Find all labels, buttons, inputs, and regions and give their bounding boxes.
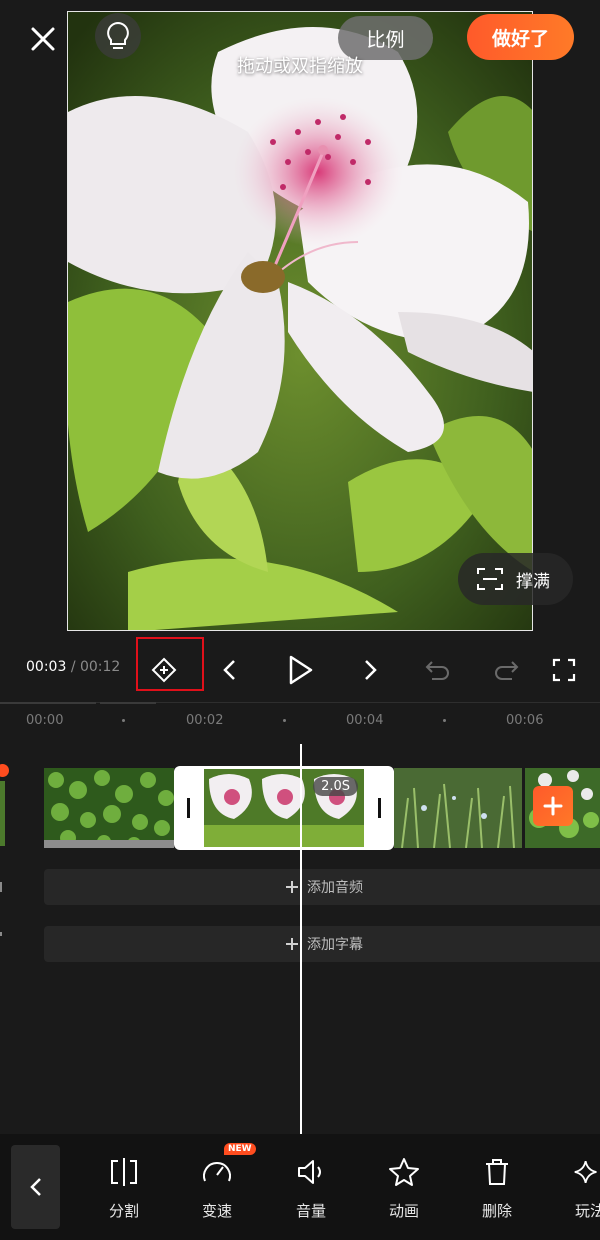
volume-icon — [298, 1160, 321, 1184]
ruler-label: 00:06 — [506, 713, 544, 728]
ruler-progress — [0, 702, 96, 704]
flower-clip-thumbnails: 2.0S — [204, 769, 364, 847]
track-side-mark — [0, 932, 2, 936]
play-button[interactable] — [282, 652, 318, 688]
chevron-left-icon — [223, 660, 235, 680]
delete-tool[interactable]: 删除 — [462, 1152, 532, 1221]
speed-icon — [203, 1162, 231, 1182]
edit-toolbar: 分割 NEW 变速 音量 动画 删除 玩法 — [0, 1134, 600, 1240]
star-icon — [389, 1158, 419, 1186]
sparkle-icon — [574, 1160, 597, 1184]
plus-icon — [543, 796, 563, 816]
cover-thumbnail[interactable] — [0, 781, 5, 846]
preview-photo[interactable] — [67, 11, 533, 631]
playback-controls: 00:03 / 00:12 — [0, 637, 600, 700]
add-subtitle-label: 添加字幕 — [307, 937, 363, 953]
trim-handle-left[interactable] — [187, 798, 190, 818]
speed-label: 变速 — [201, 1202, 232, 1220]
fill-screen-icon — [477, 568, 503, 590]
video-clip-field[interactable] — [394, 768, 522, 848]
current-time: 00:03 — [26, 659, 67, 675]
split-label: 分割 — [108, 1202, 139, 1220]
fill-label: 撑满 — [516, 571, 550, 592]
flower-image — [68, 12, 532, 630]
gameplay-label: 玩法 — [575, 1202, 600, 1220]
video-preview: 比例 做好了 拖动或双指缩放 撑满 — [0, 0, 600, 640]
video-clip-clover[interactable] — [44, 768, 174, 848]
new-badge: NEW — [224, 1143, 256, 1155]
fullscreen-icon — [552, 658, 576, 682]
chevron-right-icon — [365, 660, 377, 680]
trash-icon — [486, 1159, 508, 1185]
time-ruler[interactable]: 00:00 00:02 00:04 00:06 — [0, 702, 600, 736]
play-icon — [289, 655, 313, 685]
track-side-mark — [0, 882, 2, 892]
undo-button[interactable] — [420, 652, 456, 688]
next-frame-button[interactable] — [352, 652, 388, 688]
clip-duration-badge: 2.0S — [313, 777, 358, 796]
close-icon — [31, 27, 55, 51]
animation-label: 动画 — [388, 1202, 419, 1220]
add-subtitle-row[interactable]: 添加字幕 — [44, 926, 600, 962]
lightbulb-icon — [107, 21, 129, 49]
toolbar-back-button[interactable] — [11, 1145, 60, 1229]
playhead[interactable] — [300, 744, 302, 1134]
animation-tool[interactable]: 动画 — [369, 1152, 439, 1221]
fill-button[interactable]: 撑满 — [458, 553, 573, 605]
prev-frame-button[interactable] — [212, 652, 248, 688]
chevron-left-icon — [29, 1178, 41, 1196]
ruler-dot — [443, 719, 446, 722]
keyframe-button[interactable] — [146, 652, 182, 688]
keyframe-icon — [151, 657, 177, 683]
ruler-dot — [122, 719, 125, 722]
split-icon — [111, 1158, 137, 1186]
add-audio-row[interactable]: 添加音频 — [44, 869, 600, 905]
ruler-label: 00:00 — [26, 713, 64, 728]
time-display: 00:03 / 00:12 — [26, 659, 120, 675]
redo-icon — [495, 661, 519, 680]
volume-label: 音量 — [295, 1202, 326, 1220]
field-thumbnail — [394, 768, 522, 848]
ruler-label: 00:04 — [346, 713, 384, 728]
gameplay-tool[interactable]: 玩法 — [555, 1152, 600, 1221]
plus-icon — [286, 881, 298, 893]
delete-label: 删除 — [481, 1202, 512, 1220]
time-separator: / — [70, 659, 76, 675]
volume-tool[interactable]: 音量 — [276, 1152, 346, 1221]
split-tool[interactable]: 分割 — [89, 1152, 159, 1221]
total-time: 00:12 — [79, 659, 121, 675]
plus-icon — [286, 938, 298, 950]
trim-handle-right[interactable] — [378, 798, 381, 818]
selected-video-clip[interactable]: 2.0S — [174, 766, 394, 850]
ruler-label: 00:02 — [186, 713, 224, 728]
add-audio-label: 添加音频 — [307, 880, 363, 896]
drag-zoom-hint: 拖动或双指缩放 — [237, 56, 363, 77]
ruler-progress-2 — [100, 702, 156, 704]
add-clip-button[interactable] — [533, 786, 573, 826]
speed-tool[interactable]: NEW 变速 — [182, 1143, 256, 1221]
close-button[interactable] — [26, 22, 60, 56]
clover-thumbnail — [44, 768, 174, 848]
undo-icon — [425, 661, 449, 680]
cover-indicator-dot — [0, 764, 9, 777]
redo-button[interactable] — [488, 652, 524, 688]
ruler-dot — [283, 719, 286, 722]
fullscreen-button[interactable] — [546, 652, 582, 688]
